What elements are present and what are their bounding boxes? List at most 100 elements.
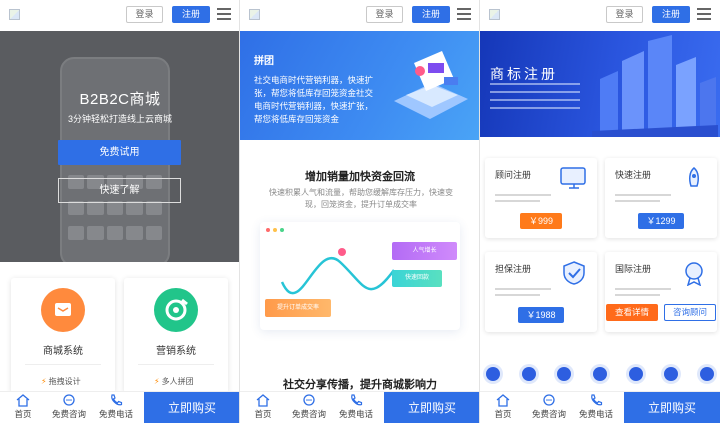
screen-b2b2c: 登录 注册 B2B2C商城 3分钟轻松打造线上云商城 免费试用 快速了解 商城系… (0, 0, 240, 423)
free-trial-button[interactable]: 免费试用 (58, 140, 181, 165)
logo-icon[interactable] (489, 9, 500, 20)
nav-phone-label: 免费电话 (338, 409, 373, 419)
marketing-system-card[interactable]: 营销系统 ⚡ 多人拼团 (124, 278, 228, 393)
mall-system-card[interactable]: 商城系统 ⚡ 拖拽设计 (11, 278, 115, 393)
chat-icon (543, 394, 555, 406)
chat-icon (303, 394, 315, 406)
menu-icon[interactable] (697, 8, 711, 20)
step-dot (592, 367, 607, 381)
login-button[interactable]: 登录 (126, 6, 163, 23)
product-detail-lines (615, 194, 671, 206)
hero-title: 商标注册 (490, 66, 558, 82)
nav-consult[interactable]: 免费咨询 (286, 394, 332, 420)
tag-label: 人气增长 (412, 248, 437, 254)
divider (138, 364, 214, 365)
bottom-bar: 首页 免费咨询 免费电话 立即购买 (480, 391, 720, 423)
hero-banner: B2B2C商城 3分钟轻松打造线上云商城 免费试用 快速了解 (0, 31, 240, 262)
card-title: 营销系统 (156, 346, 196, 357)
award-icon (685, 262, 703, 286)
nav-consult-label: 免费咨询 (291, 409, 326, 419)
hero-title: B2B2C商城 (79, 91, 161, 108)
nav-home-label: 首页 (494, 409, 512, 419)
menu-icon[interactable] (457, 8, 471, 20)
header: 登录 注册 (0, 0, 240, 31)
hero-banner: 拼团 社交电商时代营销利器，快速扩张，帮您将低库存回笼资金社交电商时代营销利器，… (240, 31, 480, 140)
card-feature: ⚡ 多人拼团 (154, 376, 194, 387)
hero-title: 拼团 (254, 56, 274, 67)
nav-phone[interactable]: 免费电话 (573, 394, 619, 420)
register-button[interactable]: 注册 (652, 6, 690, 23)
card-title: 商城系统 (43, 346, 83, 357)
logo-icon[interactable] (249, 9, 260, 20)
header: 登录 注册 (240, 0, 480, 31)
nav-phone-label: 免费电话 (578, 409, 613, 419)
step-indicators (486, 367, 714, 381)
product-detail-lines (615, 288, 671, 300)
product-card-guarantee[interactable]: 担保注册 ￥1988 (485, 252, 597, 332)
product-name: 担保注册 (495, 264, 532, 274)
nav-consult-label: 免费咨询 (51, 409, 86, 419)
product-name: 国际注册 (615, 264, 652, 274)
chat-icon (63, 394, 75, 406)
price-badge[interactable]: ￥999 (520, 213, 562, 229)
step-dot (664, 367, 679, 381)
shield-check-icon (563, 261, 585, 285)
price-badge[interactable]: ￥1988 (518, 307, 564, 323)
screen-trademark: 登录 注册 商标注册 顾问注册 ￥999 快速注册 ￥1299 担保注册 ￥19… (480, 0, 720, 423)
growth-illustration: 人气增长 快速回款 提升订单成交率 (260, 222, 460, 332)
nav-home[interactable]: 首页 (480, 394, 526, 420)
hero-subtitle: 3分钟轻松打造线上云商城 (67, 114, 172, 124)
city-illustration (592, 35, 718, 137)
buy-now-button[interactable]: 立即购买 (144, 392, 240, 423)
nav-consult[interactable]: 免费咨询 (46, 394, 92, 420)
nav-phone[interactable]: 免费电话 (93, 394, 139, 420)
nav-home[interactable]: 首页 (0, 394, 46, 420)
tag-conversion: 提升订单成交率 (265, 299, 331, 317)
buy-now-button[interactable]: 立即购买 (624, 392, 720, 423)
step-dot (628, 367, 643, 381)
step-dot (521, 367, 536, 381)
card-feature: ⚡ 拖拽设计 (41, 376, 81, 387)
nav-phone[interactable]: 免费电话 (333, 394, 379, 420)
home-icon (496, 394, 510, 407)
login-button[interactable]: 登录 (606, 6, 643, 23)
register-button[interactable]: 注册 (172, 6, 210, 23)
logo-icon[interactable] (9, 9, 20, 20)
tag-label: 快速回款 (404, 275, 429, 281)
marketing-icon (154, 288, 198, 332)
divider (25, 364, 101, 365)
product-card-fast[interactable]: 快速注册 ￥1299 (605, 158, 717, 238)
learn-more-button[interactable]: 快速了解 (58, 178, 181, 203)
buy-now-button[interactable]: 立即购买 (384, 392, 480, 423)
product-name: 快速注册 (615, 170, 652, 180)
product-card-consultant[interactable]: 顾问注册 ￥999 (485, 158, 597, 238)
phone-icon (111, 394, 123, 406)
hero-description: 社交电商时代营销利器，快速扩张，帮您将低库存回笼资金社交电商时代营销利器，快速扩… (254, 75, 374, 124)
login-button[interactable]: 登录 (366, 6, 403, 23)
card-feature-label: 多人拼团 (161, 377, 194, 386)
nav-home-label: 首页 (254, 409, 272, 419)
mall-icon (41, 288, 85, 332)
home-icon (16, 394, 30, 407)
nav-consult[interactable]: 免费咨询 (526, 394, 572, 420)
monitor-icon (560, 167, 586, 189)
section-title-2: 社交分享传播，提升商城影响力 (283, 379, 437, 391)
price-badge[interactable]: ￥1299 (638, 213, 684, 229)
menu-icon[interactable] (217, 8, 231, 20)
card-feature-label: 拖拽设计 (48, 377, 81, 386)
register-button[interactable]: 注册 (412, 6, 450, 23)
nav-home[interactable]: 首页 (240, 394, 286, 420)
product-detail-lines (495, 194, 551, 206)
view-details-button[interactable]: 查看详情 (606, 304, 658, 321)
tag-label: 提升订单成交率 (276, 305, 319, 311)
section-description: 快速积累人气和流量，帮助您缓解库存压力，快速变现，回笼资金，提升订单成交率 (269, 188, 453, 209)
product-detail-lines (495, 288, 551, 300)
laptop-illustration (394, 51, 468, 119)
rocket-icon (689, 167, 699, 187)
step-dot (699, 367, 714, 381)
nav-consult-label: 免费咨询 (531, 409, 566, 419)
product-name: 顾问注册 (495, 170, 532, 180)
tag-icon: ⚡ (154, 377, 160, 386)
bottom-bar: 首页 免费咨询 免费电话 立即购买 (240, 391, 480, 423)
consult-advisor-button[interactable]: 咨询顾问 (664, 304, 716, 321)
